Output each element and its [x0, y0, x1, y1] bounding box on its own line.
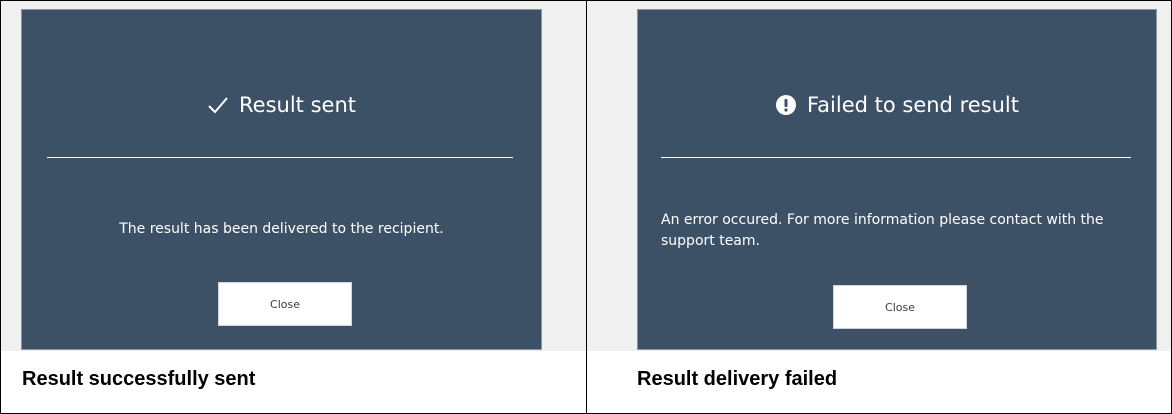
success-message: The result has been delivered to the rec…: [119, 221, 444, 237]
failure-message: An error occured. For more information p…: [661, 212, 1104, 249]
success-caption: Result successfully sent: [22, 368, 256, 390]
failure-close-button[interactable]: Close: [833, 285, 967, 329]
failure-dialog: Failed to send result An error occured. …: [637, 9, 1157, 350]
success-close-button[interactable]: Close: [218, 282, 352, 326]
success-dialog: Result sent The result has been delivere…: [21, 9, 542, 350]
failure-title-rule: [661, 157, 1131, 158]
failure-title-text: Failed to send result: [807, 93, 1019, 117]
failure-caption: Result delivery failed: [637, 368, 838, 390]
failure-dialog-title: Failed to send result: [638, 92, 1156, 118]
checkmark-icon: [207, 94, 229, 116]
exclamation-circle-icon: [775, 94, 797, 116]
success-title-rule: [47, 157, 513, 158]
success-dialog-title: Result sent: [22, 92, 541, 118]
success-title-text: Result sent: [239, 93, 356, 117]
